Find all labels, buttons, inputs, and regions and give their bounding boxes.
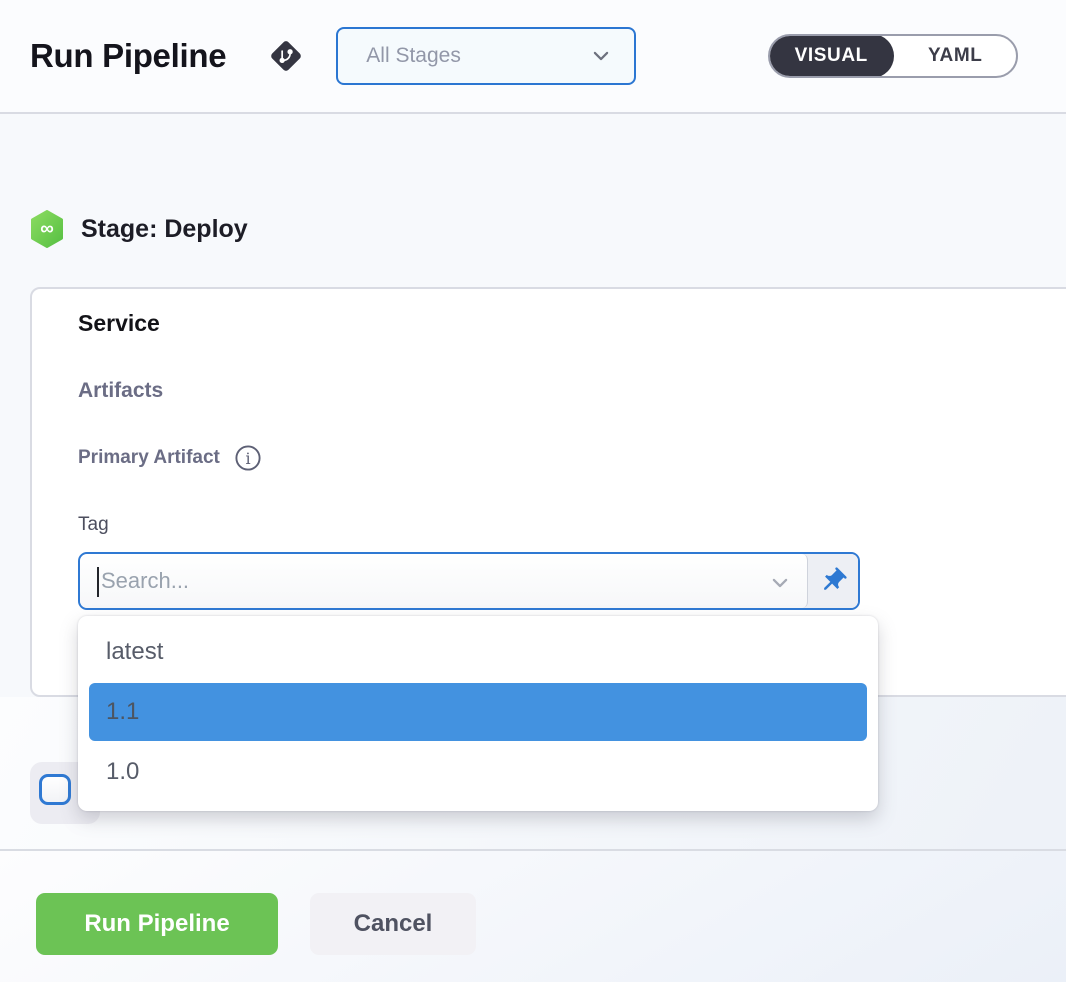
- stage-label: Stage: Deploy: [81, 215, 248, 244]
- toggle-yaml[interactable]: YAML: [894, 36, 1016, 76]
- toggle-visual[interactable]: VISUAL: [768, 34, 894, 78]
- dropdown-option-1.1[interactable]: 1.1: [89, 683, 867, 741]
- deploy-stage-hexagon-icon: ∞: [30, 210, 64, 248]
- stage-selector-dropdown[interactable]: All Stages: [336, 27, 636, 85]
- infinity-glyph: ∞: [40, 219, 54, 240]
- run-pipeline-button[interactable]: Run Pipeline: [36, 893, 278, 955]
- tag-dropdown-menu: latest1.11.0: [78, 616, 878, 811]
- tag-select-control: [78, 552, 860, 610]
- tag-field-label: Tag: [78, 514, 109, 536]
- dropdown-option-latest[interactable]: latest: [78, 623, 878, 681]
- pin-button[interactable]: [808, 554, 858, 608]
- page-title: Run Pipeline: [30, 37, 226, 75]
- tag-input-wrap: [80, 554, 808, 608]
- primary-artifact-label: Primary Artifact: [78, 447, 220, 469]
- visual-yaml-toggle: VISUAL YAML: [768, 34, 1018, 78]
- dialog-footer: Run Pipeline Cancel: [0, 849, 1066, 982]
- stage-row: ∞ Stage: Deploy: [30, 210, 248, 248]
- run-pipeline-dialog: Run Pipeline All Stages VISUAL YAML: [0, 0, 1066, 982]
- svg-text:i: i: [245, 449, 250, 468]
- text-caret: [97, 567, 99, 597]
- service-title: Service: [78, 310, 160, 337]
- footer-checkbox[interactable]: [39, 774, 71, 805]
- tag-search-input[interactable]: [80, 554, 807, 608]
- artifacts-section-title: Artifacts: [78, 379, 163, 403]
- dialog-header: Run Pipeline All Stages VISUAL YAML: [0, 0, 1066, 114]
- dropdown-option-1.0[interactable]: 1.0: [78, 743, 878, 801]
- info-icon[interactable]: i: [234, 444, 262, 472]
- git-pipeline-icon: [266, 36, 306, 76]
- stage-selector-value: All Stages: [366, 44, 590, 68]
- chevron-down-icon: [590, 45, 612, 67]
- cancel-button[interactable]: Cancel: [310, 893, 476, 955]
- pin-icon: [818, 566, 848, 596]
- primary-artifact-row: Primary Artifact i: [78, 444, 262, 472]
- chevron-down-icon[interactable]: [769, 572, 791, 594]
